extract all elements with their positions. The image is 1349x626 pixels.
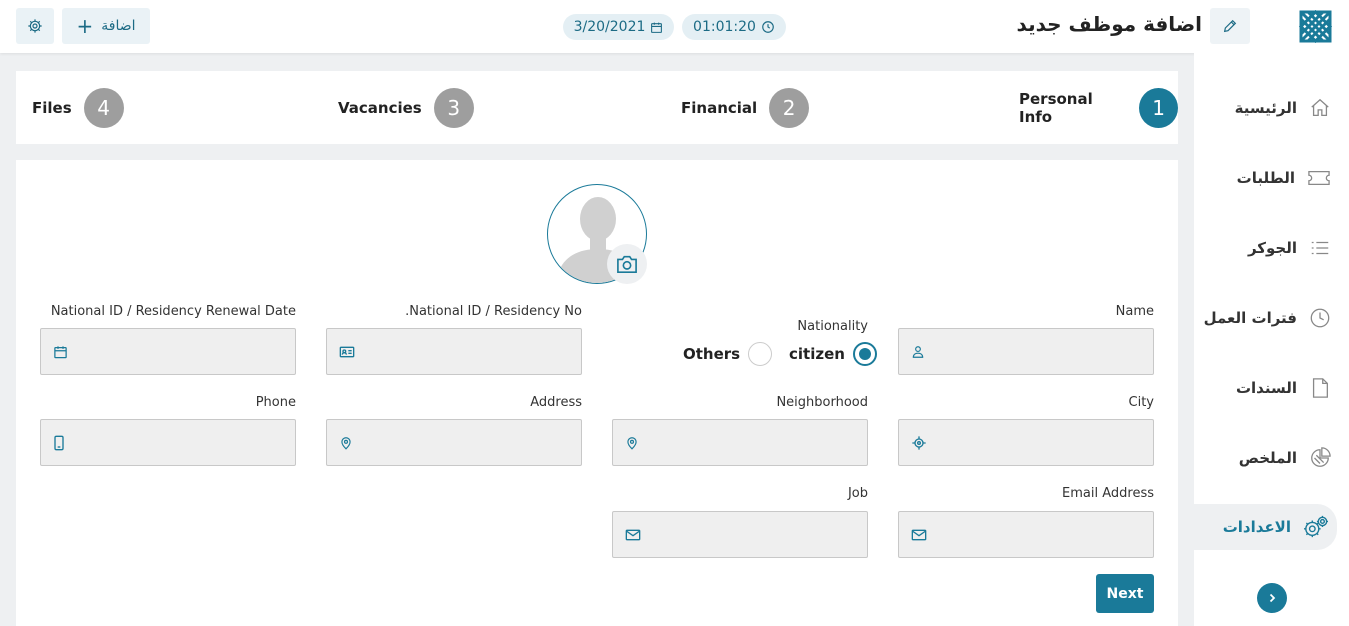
address-field[interactable]: [326, 419, 582, 466]
address-input[interactable]: [327, 420, 581, 465]
nationality-citizen-radio[interactable]: citizen: [789, 342, 877, 366]
camera-icon: [616, 254, 638, 274]
national-id-label: .National ID / Residency No: [405, 304, 582, 319]
gears-icon: [1303, 515, 1329, 539]
city-field[interactable]: [898, 419, 1154, 466]
step-label: Files: [32, 99, 72, 117]
wizard-stepper: Personal Info 1 Financial 2 Vacancies 3 …: [16, 71, 1178, 144]
step-number: 1: [1139, 88, 1178, 128]
sidebar: الرئيسية الطلبات الجوكر فترات العمل السن…: [1194, 53, 1349, 626]
job-field[interactable]: [612, 511, 868, 558]
settings-button[interactable]: [16, 8, 54, 44]
sidebar-item-settings[interactable]: الاعدادات: [1194, 504, 1337, 550]
phone-label: Phone: [255, 395, 296, 410]
address-label: Address: [530, 395, 582, 410]
city-input[interactable]: [899, 420, 1153, 465]
upload-photo-button[interactable]: [607, 244, 647, 284]
clock-icon: [761, 20, 775, 34]
next-button[interactable]: Next: [1096, 574, 1154, 613]
name-label: Name: [1115, 304, 1154, 319]
time-text: 01:01:20: [693, 19, 756, 35]
national-id-field[interactable]: [326, 328, 582, 375]
document-icon: [1309, 377, 1331, 399]
sidebar-item-vouchers[interactable]: السندات: [1194, 367, 1331, 409]
chevron-right-icon: [1266, 592, 1278, 604]
step-vacancies[interactable]: Vacancies 3: [338, 88, 474, 128]
page-title: اضافة موظف جديد: [1016, 12, 1202, 36]
sidebar-item-home[interactable]: الرئيسية: [1194, 87, 1331, 129]
step-number: 2: [769, 88, 810, 128]
ticket-icon: [1307, 167, 1331, 189]
sidebar-item-label: الطلبات: [1236, 169, 1295, 187]
time-display: 01:01:20: [682, 14, 786, 40]
phone-field[interactable]: [40, 419, 296, 466]
neighborhood-field[interactable]: [612, 419, 868, 466]
gear-icon: [27, 18, 43, 34]
sidebar-item-label: الاعدادات: [1222, 518, 1291, 536]
sidebar-item-label: السندات: [1235, 379, 1297, 397]
sidebar-item-requests[interactable]: الطلبات: [1194, 157, 1331, 199]
step-number: 3: [433, 88, 474, 128]
nationality-label: Nationality: [797, 319, 868, 334]
edit-title-button[interactable]: [1210, 8, 1250, 44]
step-personal-info[interactable]: Personal Info 1: [1019, 88, 1178, 128]
add-button[interactable]: + اضافة: [62, 8, 150, 44]
renewal-date-label: National ID / Residency Renewal Date: [50, 304, 296, 319]
sidebar-collapse-button[interactable]: [1257, 583, 1287, 613]
renewal-date-field[interactable]: [40, 328, 296, 375]
radio-button[interactable]: [748, 342, 773, 366]
job-label: Job: [847, 486, 868, 501]
sidebar-item-joker[interactable]: الجوكر: [1194, 227, 1331, 269]
name-field[interactable]: [898, 328, 1154, 375]
pencil-icon: [1222, 18, 1238, 34]
logo-icon: [1299, 10, 1332, 43]
add-button-label: اضافة: [101, 18, 136, 34]
radio-button-selected[interactable]: [852, 342, 877, 366]
radio-label: Others: [683, 345, 741, 363]
pie-chart-icon: [1309, 447, 1331, 469]
national-id-input[interactable]: [327, 329, 581, 374]
employee-form-card: Name Nationality citizen Others .Nationa…: [16, 160, 1178, 626]
nationality-others-radio[interactable]: Others: [683, 342, 773, 366]
step-financial[interactable]: Financial 2: [681, 88, 810, 128]
city-label: City: [1128, 395, 1154, 410]
email-field[interactable]: [898, 511, 1154, 558]
date-text: 3/20/2021: [573, 19, 646, 35]
home-icon: [1309, 97, 1331, 119]
renewal-date-input[interactable]: [41, 329, 295, 374]
sidebar-item-work-periods[interactable]: فترات العمل: [1194, 297, 1331, 339]
step-number: 4: [83, 88, 124, 128]
sidebar-item-label: الملخص: [1238, 449, 1297, 467]
plus-icon: +: [76, 14, 94, 38]
radio-label: citizen: [789, 345, 845, 363]
sidebar-item-label: الرئيسية: [1234, 99, 1297, 117]
step-files[interactable]: Files 4: [32, 88, 124, 128]
email-input[interactable]: [899, 512, 1153, 557]
list-icon: [1309, 237, 1331, 259]
name-input[interactable]: [899, 329, 1153, 374]
job-input[interactable]: [613, 512, 867, 557]
step-label: Personal Info: [1019, 90, 1093, 126]
sidebar-item-label: فترات العمل: [1203, 309, 1297, 327]
step-label: Vacancies: [338, 99, 422, 117]
neighborhood-label: Neighborhood: [776, 395, 868, 410]
email-label: Email Address: [1062, 486, 1154, 501]
neighborhood-input[interactable]: [613, 420, 867, 465]
phone-input[interactable]: [41, 420, 295, 465]
step-label: Financial: [681, 99, 758, 117]
clock-icon: [1309, 307, 1331, 329]
sidebar-item-summary[interactable]: الملخص: [1194, 437, 1331, 479]
calendar-icon: [650, 21, 663, 34]
top-bar: + اضافة 3/20/2021 01:01:20 اضافة موظف جد…: [0, 0, 1349, 53]
date-display: 3/20/2021: [563, 14, 674, 40]
sidebar-item-label: الجوكر: [1247, 239, 1297, 257]
